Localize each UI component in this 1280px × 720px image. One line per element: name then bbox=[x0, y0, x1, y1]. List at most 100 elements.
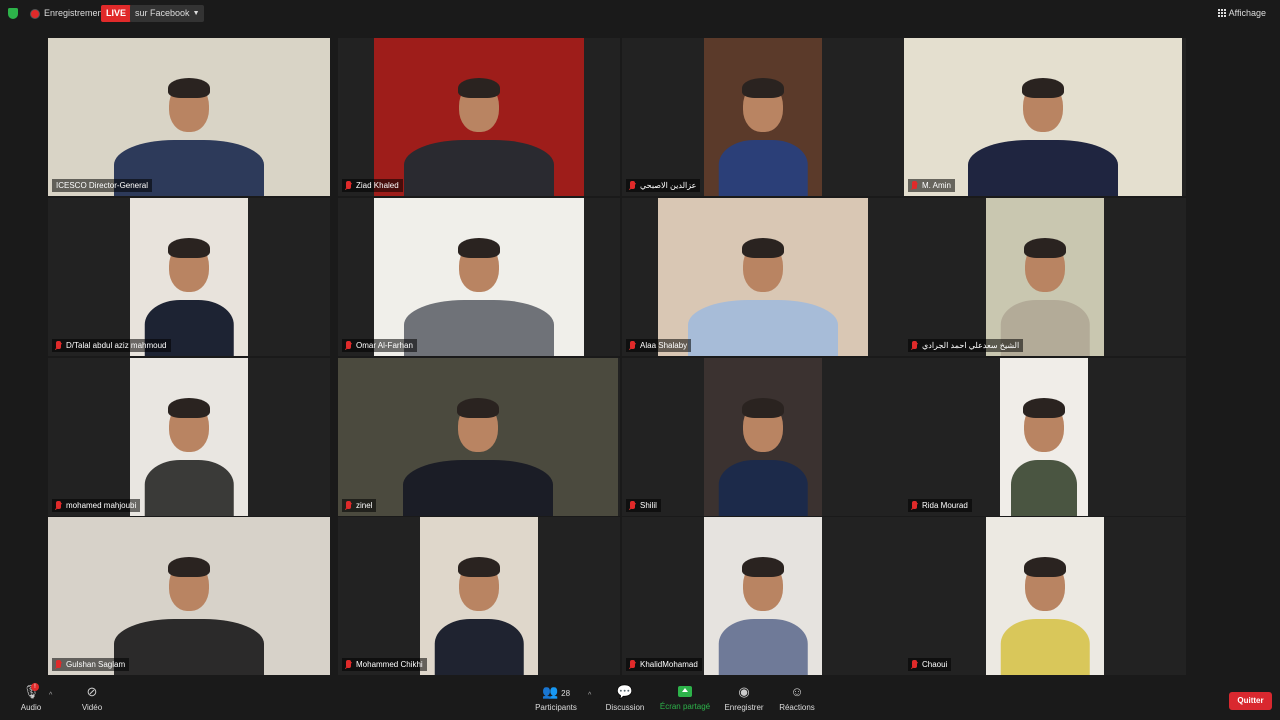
participant-silhouette-body bbox=[718, 619, 808, 675]
muted-microphone-icon bbox=[56, 341, 61, 349]
participant-name-tag: mohamed mahjoubi bbox=[52, 499, 141, 512]
participant-video-feed bbox=[986, 198, 1104, 356]
participant-tile[interactable]: Omar Al-Farhan bbox=[338, 198, 620, 356]
muted-microphone-icon bbox=[912, 181, 917, 189]
participants-button[interactable]: 👥 28 Participants bbox=[532, 684, 580, 712]
participant-video-feed bbox=[704, 358, 822, 516]
participant-silhouette-hair bbox=[168, 557, 210, 577]
participant-video-feed bbox=[1000, 358, 1088, 516]
security-shield-icon[interactable] bbox=[8, 8, 18, 19]
participant-silhouette-body bbox=[718, 140, 808, 196]
participant-silhouette-body bbox=[404, 300, 554, 356]
participant-silhouette-hair bbox=[1022, 78, 1064, 98]
participant-silhouette-hair bbox=[458, 78, 500, 98]
meeting-top-bar: Enregistrement LIVE sur Facebook ▼ Affich… bbox=[0, 0, 1280, 28]
participant-tile[interactable]: عزالدين الاصبحي bbox=[622, 38, 904, 196]
view-button[interactable]: Affichage bbox=[1217, 8, 1266, 18]
participant-name: mohamed mahjoubi bbox=[66, 501, 137, 510]
participant-tile[interactable]: D/Talal abdul aziz mahmoud bbox=[48, 198, 330, 356]
participant-tile[interactable]: Mohammed Chikhi bbox=[338, 517, 620, 675]
share-screen-button[interactable]: Écran partagé bbox=[658, 684, 712, 711]
participant-name-tag: Ziad Khaled bbox=[342, 179, 403, 192]
muted-microphone-icon bbox=[630, 181, 635, 189]
participant-name: M. Amin bbox=[922, 181, 951, 190]
participant-name: Rida Mourad bbox=[922, 501, 968, 510]
participant-silhouette-body bbox=[144, 460, 234, 516]
video-button[interactable]: ⊘ Vidéo bbox=[79, 684, 105, 712]
reactions-button[interactable]: ☺ Réactions bbox=[776, 684, 818, 712]
chat-button[interactable]: 💬 Discussion bbox=[603, 684, 647, 712]
participant-silhouette-body bbox=[114, 619, 264, 675]
participant-video-feed bbox=[374, 198, 584, 356]
participant-name: zinel bbox=[356, 501, 373, 510]
participant-tile[interactable]: Chaoui bbox=[904, 517, 1186, 675]
record-button[interactable]: ◉ Enregistrer bbox=[722, 684, 766, 712]
chat-label: Discussion bbox=[605, 703, 645, 712]
recording-label: Enregistrement bbox=[44, 8, 106, 18]
participant-name: Chaoui bbox=[922, 660, 948, 669]
live-target-label: sur Facebook bbox=[135, 8, 190, 18]
view-label: Affichage bbox=[1228, 8, 1266, 18]
recording-icon bbox=[31, 10, 39, 18]
participant-silhouette-hair bbox=[742, 557, 784, 577]
participant-silhouette-hair bbox=[168, 238, 210, 258]
audio-options-caret-icon[interactable]: ^ bbox=[49, 692, 52, 699]
live-badge[interactable]: LIVE bbox=[101, 5, 132, 22]
reaction-emoji-icon: ☺ bbox=[790, 684, 804, 699]
participant-name-tag: Omar Al-Farhan bbox=[342, 339, 417, 352]
participant-video-feed bbox=[374, 38, 584, 196]
participant-silhouette-body bbox=[434, 619, 524, 675]
participant-silhouette-hair bbox=[742, 238, 784, 258]
participant-tile[interactable]: ICESCO Director-General bbox=[48, 38, 330, 196]
grid-icon bbox=[1217, 9, 1226, 17]
participant-silhouette-hair bbox=[1024, 238, 1066, 258]
muted-microphone-icon bbox=[56, 501, 61, 509]
participants-label: Participants bbox=[535, 703, 577, 712]
muted-microphone-icon bbox=[630, 660, 635, 668]
quit-button[interactable]: Quitter bbox=[1229, 692, 1272, 710]
participant-tile[interactable]: Alaa Shalaby bbox=[622, 198, 904, 356]
participant-name-tag: ICESCO Director-General bbox=[52, 179, 153, 192]
participant-name: Mohammed Chikhi bbox=[356, 660, 423, 669]
chat-icon: 💬 bbox=[616, 684, 634, 699]
participant-video-feed bbox=[130, 198, 248, 356]
participant-name-tag: Gulshan Saglam bbox=[52, 658, 130, 671]
participant-silhouette-body bbox=[1000, 619, 1090, 675]
participant-video-feed bbox=[986, 517, 1104, 675]
participant-name-tag: الشيخ سعدعلي احمد الجرادي bbox=[908, 339, 1024, 352]
participant-silhouette-body bbox=[688, 300, 838, 356]
participant-silhouette-hair bbox=[458, 557, 500, 577]
participant-tile[interactable]: zinel bbox=[338, 358, 620, 516]
participant-name-tag: Mohammed Chikhi bbox=[342, 658, 427, 671]
participant-video-feed bbox=[904, 38, 1182, 196]
participant-tile[interactable]: الشيخ سعدعلي احمد الجرادي bbox=[904, 198, 1186, 356]
muted-microphone-icon bbox=[346, 181, 351, 189]
participant-tile[interactable]: mohamed mahjoubi bbox=[48, 358, 330, 516]
record-icon: ◉ bbox=[738, 684, 750, 699]
live-target-dropdown[interactable]: sur Facebook ▼ bbox=[130, 5, 204, 22]
participant-tile[interactable]: KhalidMohamad bbox=[622, 517, 904, 675]
participants-icon: 👥 28 bbox=[541, 684, 571, 699]
participant-tile[interactable]: M. Amin bbox=[904, 38, 1186, 196]
share-screen-label: Écran partagé bbox=[659, 702, 711, 711]
participant-name-tag: Chaoui bbox=[908, 658, 952, 671]
participant-silhouette-hair bbox=[742, 78, 784, 98]
participant-name: KhalidMohamad bbox=[640, 660, 698, 669]
muted-microphone-icon bbox=[912, 501, 917, 509]
participant-video-feed bbox=[130, 358, 248, 516]
participant-name: Gulshan Saglam bbox=[66, 660, 126, 669]
audio-label: Audio bbox=[20, 703, 42, 712]
participant-tile[interactable]: Ziad Khaled bbox=[338, 38, 620, 196]
muted-microphone-icon bbox=[56, 660, 61, 668]
participant-name-tag: D/Talal abdul aziz mahmoud bbox=[52, 339, 171, 352]
participants-options-caret-icon[interactable]: ^ bbox=[588, 692, 591, 699]
record-label: Enregistrer bbox=[724, 703, 764, 712]
participant-tile[interactable]: Gulshan Saglam bbox=[48, 517, 330, 675]
muted-microphone-icon bbox=[346, 501, 351, 509]
participant-tile[interactable]: Shilil bbox=[622, 358, 904, 516]
reactions-label: Réactions bbox=[779, 703, 815, 712]
participants-count: 28 bbox=[561, 689, 571, 698]
participant-tile[interactable]: Rida Mourad bbox=[904, 358, 1186, 516]
participant-silhouette-body bbox=[404, 140, 554, 196]
participant-name: D/Talal abdul aziz mahmoud bbox=[66, 341, 167, 350]
